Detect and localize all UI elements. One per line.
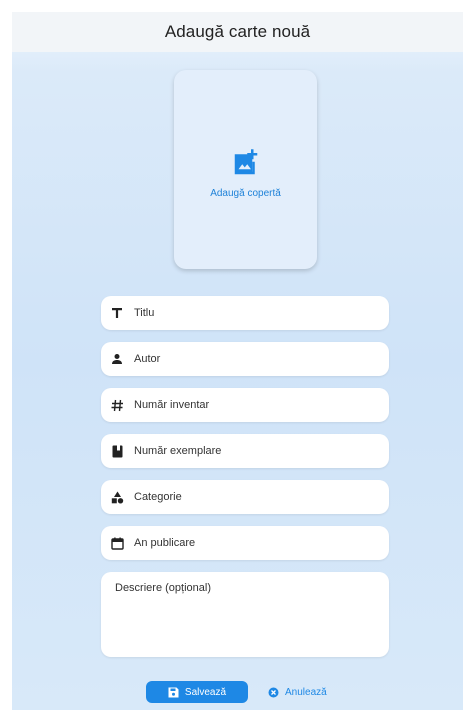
inventory-number-field[interactable]: Număr inventar — [101, 388, 389, 422]
copies-number-label: Număr exemplare — [134, 445, 222, 457]
author-field[interactable]: Autor — [101, 342, 389, 376]
page-title: Adaugă carte nouă — [12, 12, 463, 52]
hash-icon — [109, 397, 125, 413]
title-icon — [109, 305, 125, 321]
category-field[interactable]: Categorie — [101, 480, 389, 514]
book-icon — [109, 443, 125, 459]
author-field-label: Autor — [134, 353, 161, 365]
description-field-label: Descriere (opțional) — [115, 582, 211, 594]
cancel-icon — [268, 687, 279, 697]
publication-year-label: An publicare — [134, 537, 196, 549]
title-field-label: Titlu — [134, 307, 155, 319]
add-cover-label: Adaugă copertă — [210, 188, 281, 199]
cancel-button-label: Anulează — [285, 686, 327, 698]
copies-number-field[interactable]: Număr exemplare — [101, 434, 389, 468]
save-icon — [168, 687, 179, 697]
inventory-number-label: Număr inventar — [134, 399, 210, 411]
save-button-label: Salvează — [184, 686, 227, 698]
title-field[interactable]: Titlu — [101, 296, 389, 330]
add-cover-button[interactable]: Adaugă copertă — [174, 70, 317, 269]
cancel-button[interactable]: Anulează — [268, 681, 338, 703]
calendar-icon — [109, 535, 125, 551]
page-title-text: Adaugă carte nouă — [164, 22, 311, 41]
category-icon — [109, 489, 125, 505]
save-button[interactable]: Salvează — [146, 681, 248, 703]
publication-year-field[interactable]: An publicare — [101, 526, 389, 560]
form-screen: Adaugă carte nouă Adaugă copertă Titlu A… — [12, 12, 463, 710]
category-field-label: Categorie — [134, 491, 182, 503]
person-icon — [109, 351, 125, 367]
add-photo-icon — [234, 149, 257, 175]
description-field[interactable]: Descriere (opțional) — [101, 572, 389, 657]
